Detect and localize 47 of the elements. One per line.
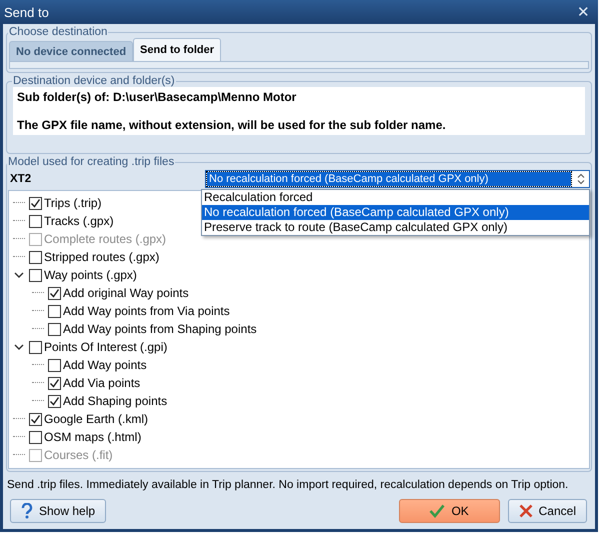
checkbox[interactable] [29, 412, 42, 426]
tab[interactable]: Send to folder [133, 38, 221, 61]
info-text: The GPX file name, without extension, will be used for the sub folder name. [17, 118, 447, 132]
recalculation-select[interactable]: No recalculation forced (BaseCamp calculated GPX only) [205, 170, 590, 188]
tab[interactable]: No device connected [9, 41, 134, 61]
group-legend: Destination device and folder(s) [12, 75, 176, 87]
group-legend: Model used for creating .trip files [7, 156, 176, 168]
group-legend: Choose destination [8, 26, 108, 38]
tree-item-label[interactable]: Add original Way points [63, 286, 189, 300]
checkbox[interactable] [29, 430, 42, 444]
model-name: XT2 [9, 173, 32, 185]
close-button[interactable]: ✕ [577, 3, 590, 21]
checkbox[interactable] [29, 250, 42, 264]
tree-item-label[interactable]: Add Via points [63, 376, 140, 390]
ok-button[interactable]: OK [398, 499, 500, 523]
checkbox[interactable] [29, 340, 42, 354]
window-title: Send to [4, 4, 49, 20]
checkbox[interactable] [48, 322, 61, 336]
tree-item-label[interactable]: Points Of Interest (.gpi) [44, 340, 168, 354]
tree-item-label[interactable]: Google Earth (.kml) [44, 412, 148, 426]
dropdown-option[interactable]: Recalculation forced [202, 190, 589, 205]
help-icon [21, 503, 33, 519]
tree-item-label[interactable]: Add Shaping points [63, 394, 168, 408]
close-icon [518, 504, 533, 518]
checkbox[interactable] [48, 376, 61, 390]
tree-item-label[interactable]: Add Way points [63, 358, 147, 372]
checkbox[interactable] [29, 214, 42, 228]
status-text: Send .trip files. Immediately available in Trip planner. No import required, recalculation depends on Trip option. [7, 478, 568, 492]
checkbox[interactable] [48, 286, 61, 300]
dropdown-option[interactable]: Preserve track to route (BaseCamp calculated GPX only) [202, 220, 589, 235]
cancel-button[interactable]: Cancel [508, 499, 587, 523]
tree-item-label[interactable]: Trips (.trip) [44, 196, 102, 210]
tree-item-label[interactable]: Add Way points from Shaping points [63, 322, 257, 336]
tree-item-label[interactable]: OSM maps (.html) [44, 430, 142, 444]
tree-item-label[interactable]: Add Way points from Via points [63, 304, 230, 318]
info-text: Sub folder(s) of: D:\user\Basecamp\Menno Motor [17, 90, 298, 104]
checkbox[interactable] [29, 196, 42, 210]
help-button[interactable]: Show help [10, 499, 106, 523]
checkbox[interactable] [29, 268, 42, 282]
tree-item-label[interactable]: Stripped routes (.gpx) [44, 250, 160, 264]
tree-item-label[interactable]: Tracks (.gpx) [44, 214, 114, 228]
checkmark-icon [429, 504, 446, 518]
tree-item-label[interactable]: Way points (.gpx) [44, 268, 137, 282]
checkbox[interactable] [48, 358, 61, 372]
checkbox[interactable] [48, 394, 61, 408]
checkbox[interactable] [48, 304, 61, 318]
dropdown-option[interactable]: No recalculation forced (BaseCamp calculated GPX only) [202, 205, 589, 220]
